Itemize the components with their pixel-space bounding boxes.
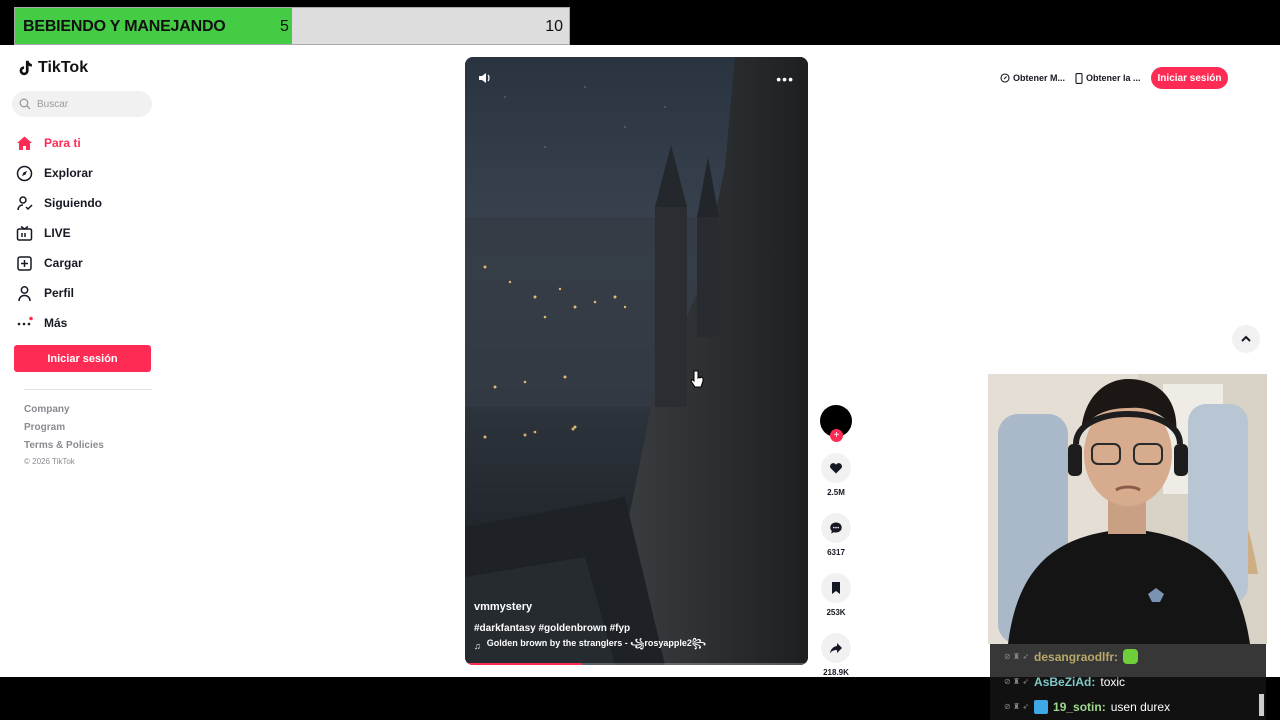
music-note-icon: ♫ (474, 641, 481, 651)
goal-target-count: 10 (545, 18, 563, 35)
goal-progress-bar: BEBIENDO Y MANEJANDO 5 10 (14, 7, 570, 45)
bookmark-count: 253K (826, 608, 846, 617)
comment-action[interactable]: 6317 (818, 513, 854, 557)
video-music-title: Golden brown by the stranglers - ꧁rosyap… (486, 638, 706, 648)
chat-badges: ⊘ ♜ ➶ (1004, 652, 1030, 661)
sidebar-item-cargar[interactable]: Cargar (16, 248, 166, 278)
comment-icon (830, 522, 842, 534)
sidebar-item-label: Más (44, 316, 68, 330)
search-input[interactable] (37, 98, 137, 110)
sidebar-item-para-ti[interactable]: Para ti (16, 128, 166, 158)
sidebar-footer: Company Program Terms & Policies © 2026 … (24, 401, 104, 466)
copyright-text: © 2026 TikTok (24, 457, 75, 466)
get-coins-link[interactable]: Obtener M... (1000, 73, 1065, 83)
bookmark-action[interactable]: 253K (818, 573, 854, 617)
login-button[interactable]: Iniciar sesión (14, 345, 151, 372)
sidebar-nav: Para ti Explorar Siguiendo LIVE Cargar P… (16, 128, 166, 338)
chat-username[interactable]: AsBeZiAd: (1034, 675, 1095, 689)
chat-badges: ⊘ ♜ ➶ (1004, 702, 1030, 711)
get-coins-label: Obtener M... (1013, 73, 1066, 83)
get-app-label: Obtener la ... (1086, 73, 1141, 83)
streamer-webcam (988, 374, 1267, 644)
footer-link-program[interactable]: Program (24, 419, 104, 437)
sidebar-divider (24, 389, 152, 390)
video-username[interactable]: vmmystery (474, 601, 532, 613)
chat-message: ⊘ ♜ ➶ 19_sotin: usen durex (990, 694, 1266, 719)
tiktok-logo-text: TikTok (38, 59, 89, 76)
get-app-link[interactable]: Obtener la ... (1075, 72, 1141, 84)
chat-username[interactable]: desangraodlfr: (1034, 650, 1118, 664)
video-more-icon[interactable]: ••• (776, 71, 794, 87)
bookmark-icon (832, 582, 840, 594)
frog-emote-icon (1123, 649, 1139, 664)
cube-badge-icon (1034, 699, 1049, 714)
upload-icon (16, 255, 33, 272)
video-progress-bar[interactable] (465, 663, 808, 665)
sidebar-item-explorar[interactable]: Explorar (16, 158, 166, 188)
header-actions: Obtener M... Obtener la ... Iniciar sesi… (1000, 67, 1229, 89)
webcam-video-frame (988, 374, 1267, 644)
sidebar-item-mas[interactable]: Más (16, 308, 166, 338)
video-player[interactable]: ••• vmmystery #darkfantasy #goldenbrown … (465, 57, 808, 665)
sidebar-item-label: Cargar (44, 256, 83, 270)
creator-avatar[interactable]: + (820, 405, 852, 442)
video-frame-castle-scene (465, 57, 808, 665)
like-action[interactable]: 2.5M (818, 453, 854, 497)
sidebar-item-label: Explorar (44, 166, 93, 180)
goal-title: BEBIENDO Y MANEJANDO (23, 18, 226, 35)
search-box[interactable] (12, 91, 152, 117)
profile-icon (16, 285, 33, 302)
share-action[interactable]: 218.9K (818, 633, 854, 677)
chat-text: usen durex (1110, 699, 1171, 714)
sidebar-item-siguiendo[interactable]: Siguiendo (16, 188, 166, 218)
sidebar-item-perfil[interactable]: Perfil (16, 278, 166, 308)
home-icon (16, 135, 33, 152)
stream-screen: BEBIENDO Y MANEJANDO 5 10 TikTok Para ti… (0, 0, 1280, 720)
tiktok-logo-icon (19, 60, 32, 76)
sidebar-item-label: Perfil (44, 286, 75, 300)
sidebar-item-label: LIVE (44, 226, 71, 240)
goal-current-count: 5 (280, 18, 289, 35)
tiktok-logo[interactable]: TikTok (16, 59, 88, 77)
following-icon (16, 195, 33, 212)
phone-icon (1075, 72, 1083, 84)
share-icon (830, 643, 842, 654)
sidebar-item-label: Para ti (44, 136, 81, 150)
video-caption[interactable]: #darkfantasy #goldenbrown #fyp (474, 623, 630, 634)
chat-scrollbar[interactable] (1259, 694, 1264, 716)
scroll-up-button[interactable] (1232, 325, 1260, 353)
like-count: 2.5M (827, 488, 845, 497)
video-actions: + 2.5M 6317 253K 218.9K (818, 405, 854, 677)
footer-link-terms[interactable]: Terms & Policies (24, 437, 104, 455)
chat-message: ⊘ ♜ ➶ desangraodlfr: (990, 644, 1266, 669)
sidebar-item-live[interactable]: LIVE (16, 218, 166, 248)
heart-icon (830, 463, 842, 474)
footer-link-company[interactable]: Company (24, 401, 104, 419)
header-login-button[interactable]: Iniciar sesión (1150, 67, 1229, 89)
follow-plus-icon[interactable]: + (830, 429, 843, 442)
sidebar-item-label: Siguiendo (44, 196, 102, 210)
coin-icon (1000, 73, 1010, 83)
compass-icon (16, 165, 33, 182)
live-icon (16, 225, 33, 242)
volume-icon[interactable] (477, 70, 493, 86)
more-icon (16, 315, 33, 332)
video-progress-fill (465, 663, 582, 665)
chat-message: ⊘ ♜ ➶ AsBeZiAd: toxic (990, 669, 1266, 694)
chat-username[interactable]: 19_sotin: (1053, 700, 1106, 714)
chat-text: toxic (1100, 674, 1126, 689)
video-music[interactable]: ♫ Golden brown by the stranglers - ꧁rosy… (474, 637, 706, 655)
mouse-cursor-icon (690, 370, 704, 388)
stream-chat: ⊘ ♜ ➶ desangraodlfr: ⊘ ♜ ➶ AsBeZiAd: tox… (990, 644, 1266, 720)
search-icon (19, 98, 31, 110)
comment-count: 6317 (827, 548, 845, 557)
chevron-up-icon (1241, 335, 1251, 342)
chat-badges: ⊘ ♜ ➶ (1004, 677, 1030, 686)
share-count: 218.9K (823, 668, 849, 677)
